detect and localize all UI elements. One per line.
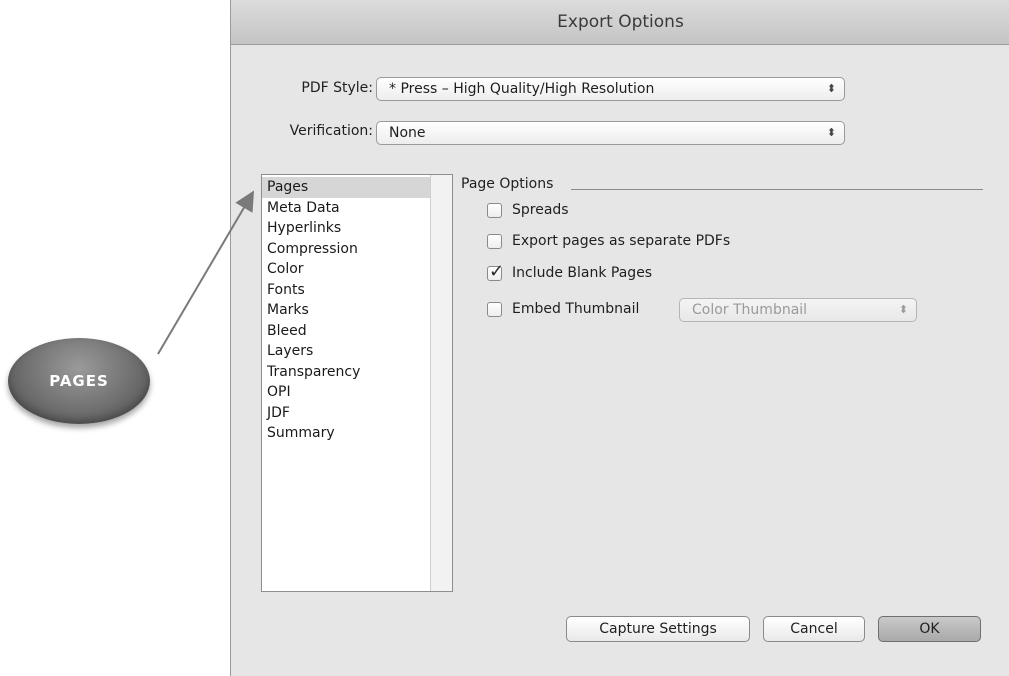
sidebar-item-fonts[interactable]: Fonts bbox=[262, 280, 432, 301]
capture-settings-button[interactable]: Capture Settings bbox=[566, 616, 750, 642]
sidebar-item-pages[interactable]: Pages bbox=[262, 177, 432, 198]
popup-arrows-icon: ⬍ bbox=[898, 303, 908, 316]
embed-thumbnail-option[interactable]: Embed Thumbnail bbox=[487, 301, 639, 317]
sidebar-item-meta-data[interactable]: Meta Data bbox=[262, 198, 432, 219]
sidebar-item-bleed[interactable]: Bleed bbox=[262, 321, 432, 342]
spreads-label: Spreads bbox=[512, 202, 569, 218]
export-options-dialog: Export Options PDF Style: * Press – High… bbox=[230, 0, 1009, 676]
blank-pages-checkbox[interactable]: ✓ bbox=[487, 261, 504, 282]
embed-thumbnail-label: Embed Thumbnail bbox=[512, 301, 640, 317]
screenshot-page: Export Options PDF Style: * Press – High… bbox=[0, 0, 1009, 676]
embed-thumbnail-checkbox[interactable] bbox=[487, 301, 502, 317]
verification-value: None bbox=[389, 125, 426, 141]
blank-pages-option[interactable]: ✓ Include Blank Pages bbox=[487, 261, 653, 282]
sidebar-item-transparency[interactable]: Transparency bbox=[262, 362, 432, 383]
page-options-divider bbox=[571, 189, 983, 190]
sidebar-item-opi[interactable]: OPI bbox=[262, 382, 432, 403]
thumbnail-type-popup[interactable]: Color Thumbnail ⬍ bbox=[679, 298, 917, 322]
blank-pages-label: Include Blank Pages bbox=[512, 265, 653, 281]
dialog-titlebar[interactable]: Export Options bbox=[231, 0, 1009, 45]
spreads-option[interactable]: Spreads bbox=[487, 202, 569, 218]
popup-arrows-icon: ⬍ bbox=[826, 82, 836, 95]
ok-label: OK bbox=[919, 621, 940, 637]
sidebar-item-marks[interactable]: Marks bbox=[262, 300, 432, 321]
thumbnail-type-value: Color Thumbnail bbox=[692, 302, 808, 318]
sidebar-item-jdf[interactable]: JDF bbox=[262, 403, 432, 424]
cancel-label: Cancel bbox=[790, 621, 838, 637]
page-options-title: Page Options bbox=[461, 176, 556, 192]
sidebar-item-summary[interactable]: Summary bbox=[262, 423, 432, 444]
dialog-title: Export Options bbox=[557, 12, 684, 32]
separate-pdfs-option[interactable]: Export pages as separate PDFs bbox=[487, 233, 730, 249]
cancel-button[interactable]: Cancel bbox=[763, 616, 865, 642]
category-list-scrollbar[interactable] bbox=[430, 175, 452, 591]
sidebar-item-hyperlinks[interactable]: Hyperlinks bbox=[262, 218, 432, 239]
pages-callout-badge: PAGES bbox=[8, 338, 150, 424]
separate-pdfs-label: Export pages as separate PDFs bbox=[512, 233, 731, 249]
pdf-style-popup[interactable]: * Press – High Quality/High Resolution ⬍ bbox=[376, 77, 845, 101]
popup-arrows-icon: ⬍ bbox=[826, 126, 836, 139]
category-list-items: Pages Meta Data Hyperlinks Compression Color… bbox=[262, 177, 432, 444]
sidebar-item-color[interactable]: Color bbox=[262, 259, 432, 280]
pdf-style-value: * Press – High Quality/High Resolution bbox=[389, 81, 655, 97]
spreads-checkbox[interactable] bbox=[487, 202, 502, 218]
sidebar-item-layers[interactable]: Layers bbox=[262, 341, 432, 362]
verification-label: Verification: bbox=[289, 123, 373, 139]
check-mark-icon: ✓ bbox=[489, 260, 505, 282]
category-list[interactable]: Pages Meta Data Hyperlinks Compression Color… bbox=[261, 174, 453, 592]
sidebar-item-compression[interactable]: Compression bbox=[262, 239, 432, 260]
ok-button[interactable]: OK bbox=[878, 616, 981, 642]
pages-callout-label: PAGES bbox=[49, 372, 109, 390]
capture-settings-label: Capture Settings bbox=[599, 621, 717, 637]
pdf-style-label: PDF Style: bbox=[301, 80, 373, 96]
separate-pdfs-checkbox[interactable] bbox=[487, 233, 502, 249]
verification-popup[interactable]: None ⬍ bbox=[376, 121, 845, 145]
